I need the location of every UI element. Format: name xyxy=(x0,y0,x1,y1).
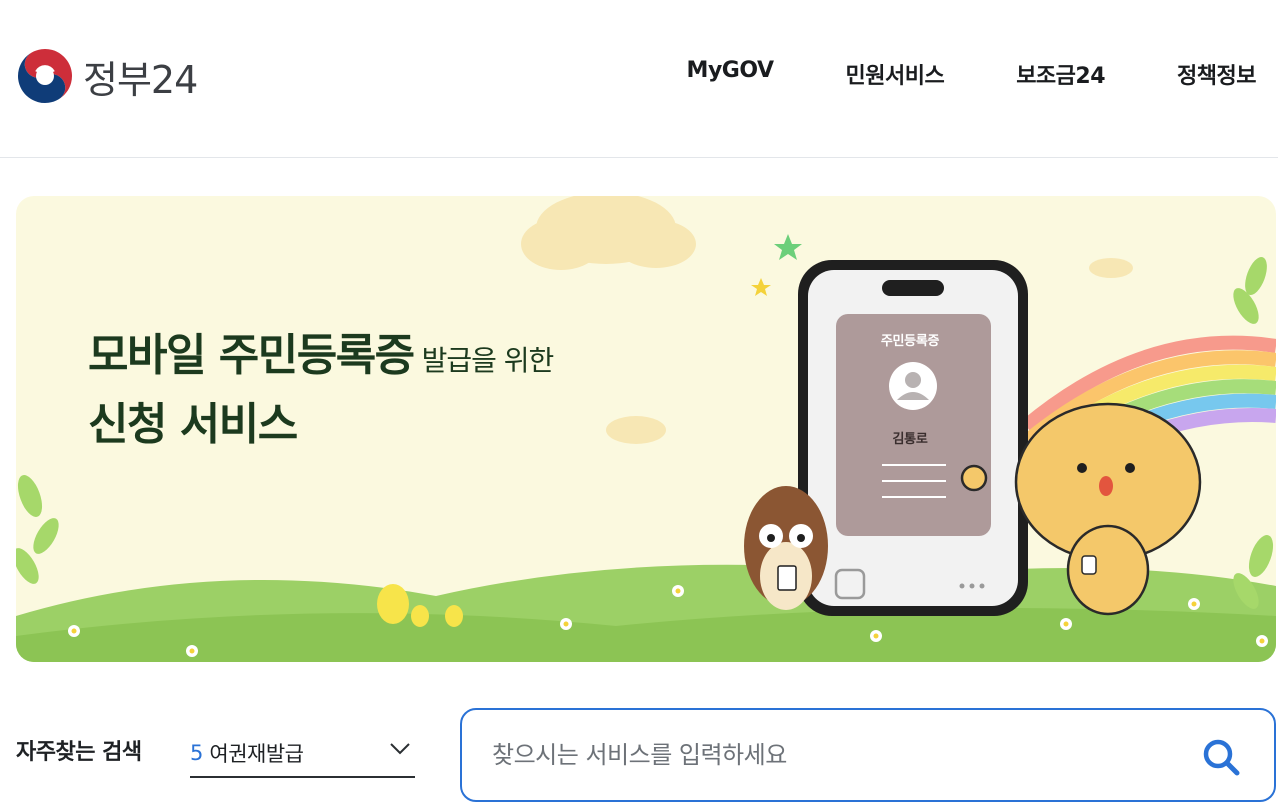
nav-item-subsidy24[interactable]: 보조금24 xyxy=(1016,58,1105,90)
id-card-name: 김통로 xyxy=(892,432,928,447)
site-header: 정부24 MyGOV 민원서비스 보조금24 정책정보 xyxy=(0,0,1278,158)
popular-search-value: 여권재발급 xyxy=(209,742,304,766)
logo-text: 정부24 xyxy=(83,57,198,102)
main-nav: MyGOV 민원서비스 보조금24 정책정보 xyxy=(687,58,1257,90)
popular-search-rank: 5 xyxy=(190,741,204,765)
taegeuk-logo-icon xyxy=(18,49,72,103)
banner-title-sub: 발급을 위한 xyxy=(413,344,555,377)
nav-item-mygov[interactable]: MyGOV xyxy=(687,58,774,90)
banner-title-line2: 신청 서비스 xyxy=(88,399,298,450)
search-input[interactable] xyxy=(492,732,1172,778)
banner-headline: 모바일 주민등록증 발급을 위한 신청 서비스 xyxy=(88,324,555,457)
id-card-title: 주민등록증 xyxy=(880,334,940,349)
banner-title-line1: 모바일 주민등록증 발급을 위한 xyxy=(88,324,555,393)
banner-title-main: 모바일 주민등록증 xyxy=(88,330,415,381)
nav-item-civil-services[interactable]: 민원서비스 xyxy=(845,58,944,90)
quick-search-label: 자주찾는 검색 xyxy=(16,740,142,765)
popular-search-select[interactable]: 5 여권재발급 xyxy=(190,730,415,778)
promo-banner[interactable]: 모바일 주민등록증 발급을 위한 신청 서비스 주민등록증 김통로 xyxy=(16,196,1276,662)
search-box xyxy=(460,708,1276,802)
search-icon xyxy=(1203,739,1240,776)
search-button[interactable] xyxy=(1200,736,1242,778)
chevron-down-icon xyxy=(390,743,410,755)
nav-item-policy-info[interactable]: 정책정보 xyxy=(1177,58,1256,90)
site-logo[interactable]: 정부24 xyxy=(17,48,198,104)
